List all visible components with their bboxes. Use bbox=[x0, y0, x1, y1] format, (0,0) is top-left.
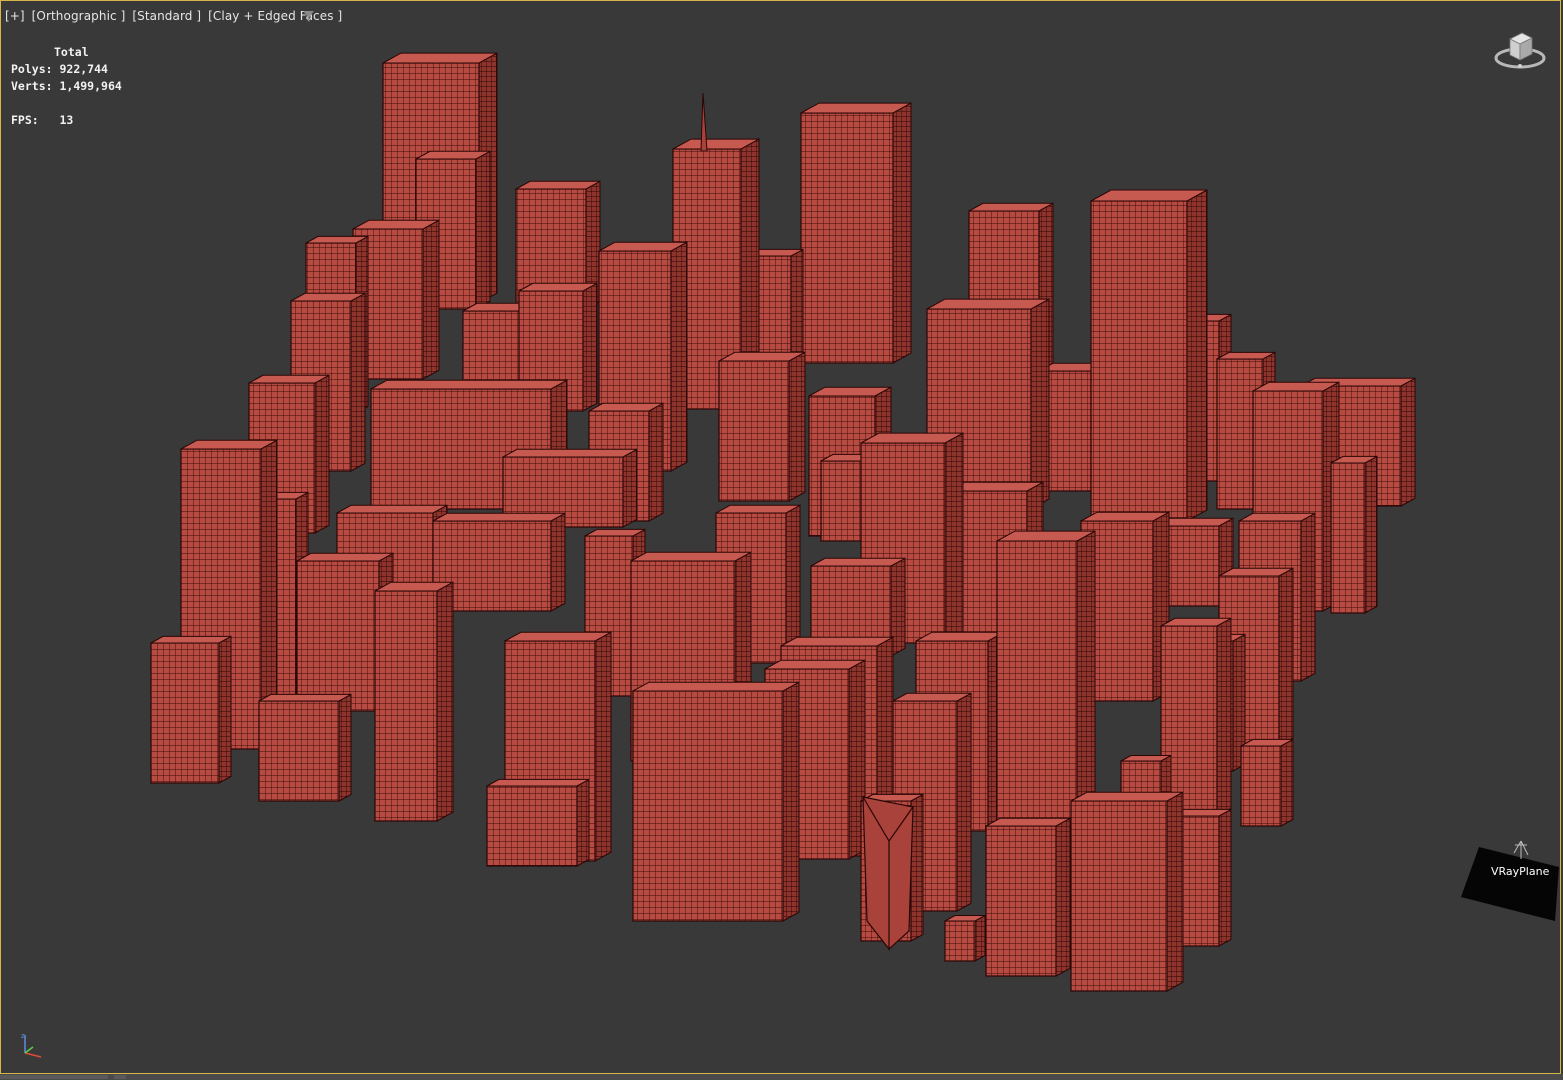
viewport-menu-plus[interactable]: [+] bbox=[5, 9, 25, 23]
building-mesh[interactable] bbox=[374, 581, 454, 822]
building-mesh[interactable] bbox=[800, 102, 912, 364]
building-mesh[interactable] bbox=[996, 530, 1096, 842]
viewport-bottom-bar bbox=[0, 1074, 1563, 1080]
stats-fps-label: FPS: bbox=[11, 113, 39, 127]
building-mesh[interactable] bbox=[1090, 189, 1208, 522]
stats-fps-row: FPS: 13 bbox=[11, 112, 122, 129]
building-mesh[interactable] bbox=[718, 351, 806, 502]
viewport-label[interactable]: [+] [Orthographic ] [Standard ] [Clay + … bbox=[5, 9, 345, 23]
building-group bbox=[150, 52, 1416, 992]
stats-fps-value: 13 bbox=[59, 113, 74, 127]
stats-polys-row: Polys: 922,744 bbox=[11, 61, 122, 78]
viewport-view-mode[interactable]: [Orthographic ] bbox=[32, 9, 126, 23]
statistics-overlay: Total Polys: 922,744 Verts: 1,499,964 FP… bbox=[11, 44, 122, 129]
vrayplane-label: VRayPlane bbox=[1491, 865, 1550, 878]
building-mesh[interactable] bbox=[150, 635, 232, 784]
stats-total-label: Total bbox=[54, 45, 89, 59]
building-mesh[interactable] bbox=[1330, 455, 1378, 614]
building-mesh[interactable] bbox=[258, 693, 352, 802]
funnel-icon[interactable] bbox=[303, 11, 314, 22]
perspective-viewport[interactable]: [+] [Orthographic ] [Standard ] [Clay + … bbox=[0, 0, 1561, 1074]
vrayplane-object[interactable] bbox=[1459, 837, 1561, 923]
building-mesh[interactable] bbox=[632, 681, 800, 922]
viewcube-icon[interactable] bbox=[1493, 27, 1547, 73]
city-scene[interactable] bbox=[1, 1, 1561, 1074]
stats-verts-value: 1,499,964 bbox=[59, 79, 122, 93]
svg-text:z: z bbox=[21, 1032, 25, 1040]
building-mesh[interactable] bbox=[486, 778, 590, 867]
building-mesh[interactable] bbox=[985, 817, 1071, 977]
viewport-shading-mode[interactable]: [Standard ] bbox=[132, 9, 201, 23]
tower-spire bbox=[700, 92, 708, 152]
stats-verts-row: Verts: 1,499,964 bbox=[11, 78, 122, 95]
building-mesh[interactable] bbox=[1070, 791, 1184, 992]
building-mesh[interactable] bbox=[944, 914, 986, 962]
building-mesh[interactable] bbox=[1240, 738, 1294, 827]
stats-polys-label: Polys: bbox=[11, 62, 53, 76]
viewport-style-mode[interactable]: [Clay + Edged Faces ] bbox=[208, 9, 342, 23]
stats-verts-label: Verts: bbox=[11, 79, 53, 93]
triangular-tower[interactable] bbox=[861, 796, 915, 951]
stats-polys-value: 922,744 bbox=[59, 62, 108, 76]
axis-tripod-icon: z bbox=[21, 1032, 42, 1058]
